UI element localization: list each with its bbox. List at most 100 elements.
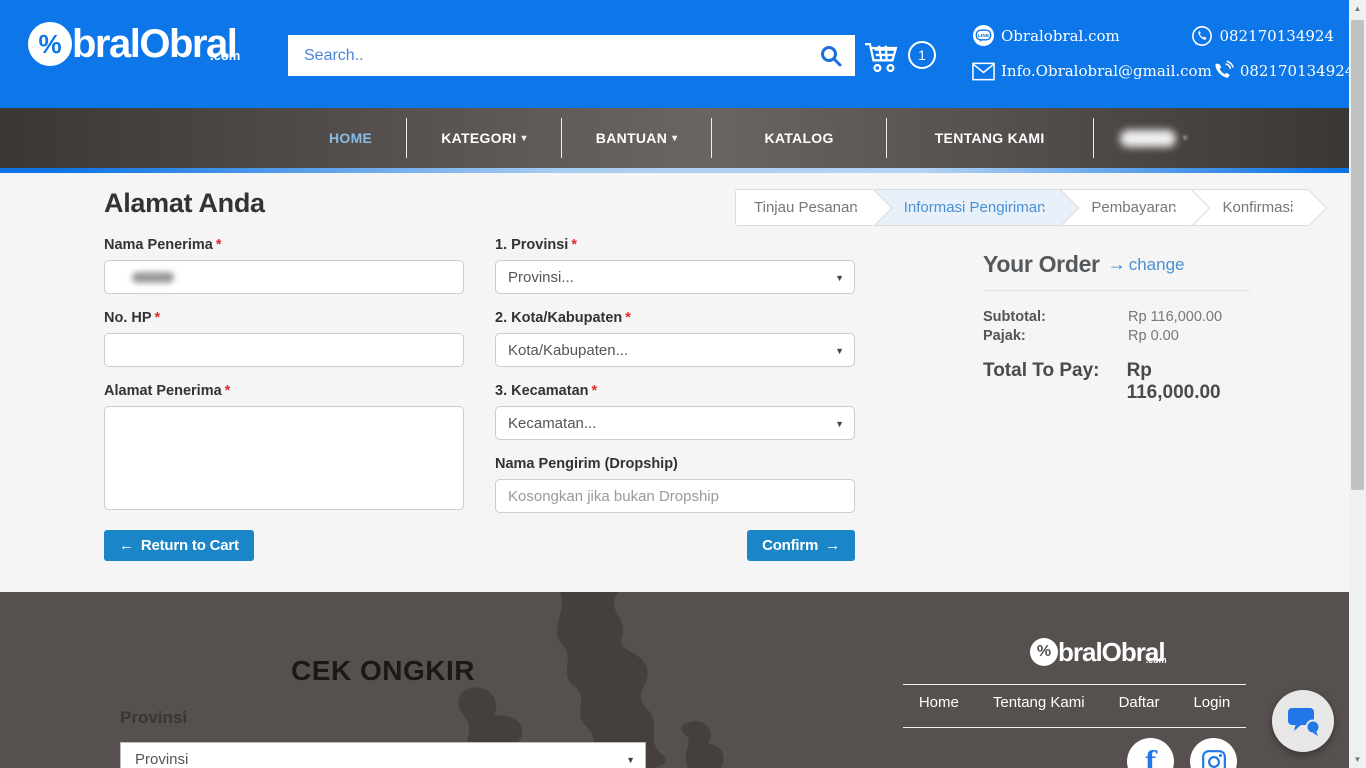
scroll-down-arrow[interactable]: ▼ bbox=[1349, 751, 1366, 768]
field-label: Alamat Penerima* bbox=[104, 383, 464, 399]
step-tinjau-pesanan[interactable]: Tinjau Pesanan bbox=[735, 189, 874, 226]
nav-item-kategori[interactable]: KATEGORI▾ bbox=[407, 108, 561, 168]
order-summary-title: Your Order bbox=[983, 251, 1100, 278]
order-summary: Your Order → change Subtotal:Rp 116,000.… bbox=[983, 251, 1250, 404]
divider bbox=[983, 290, 1250, 291]
blurred-field-value bbox=[132, 272, 174, 283]
chevron-down-icon: ▾ bbox=[1183, 133, 1188, 144]
select-caret-icon: ▼ bbox=[835, 346, 844, 356]
required-asterisk: * bbox=[155, 310, 161, 326]
checkout-page: % bralObral.com 1 bbox=[0, 0, 1366, 768]
scrollbar[interactable]: ▲ ▼ bbox=[1349, 0, 1366, 768]
nav-item-bantuan[interactable]: BANTUAN▾ bbox=[562, 108, 712, 168]
email-contact[interactable]: Info.Obralobral@gmail.com bbox=[972, 60, 1212, 82]
site-logo[interactable]: % bralObral.com bbox=[28, 22, 236, 66]
required-asterisk: * bbox=[216, 237, 222, 253]
kota-select[interactable]: Kota/Kabupaten...▼ bbox=[495, 333, 855, 367]
footer-provinsi-label: Provinsi bbox=[120, 708, 187, 728]
field-dropship: Nama Pengirim (Dropship) bbox=[495, 456, 855, 513]
nav-item-account-blurred[interactable]: ▾ bbox=[1094, 108, 1214, 168]
whatsapp-contact[interactable]: 082170134924 bbox=[1191, 24, 1334, 47]
logo-tld: .com bbox=[210, 34, 240, 78]
header: % bralObral.com 1 bbox=[0, 0, 1349, 108]
facebook-button[interactable]: f bbox=[1127, 738, 1174, 768]
logo-tld: .com bbox=[1146, 646, 1167, 674]
footer-links: Home Tentang Kami Daftar Login bbox=[903, 692, 1246, 713]
blurred-username bbox=[1120, 130, 1176, 147]
total-row: Total To Pay:Rp 116,000.00 bbox=[983, 360, 1250, 404]
required-asterisk: * bbox=[571, 237, 577, 253]
change-order-link[interactable]: → change bbox=[1108, 254, 1185, 275]
footer-logo[interactable]: % bralObral.com bbox=[1030, 638, 1165, 666]
checkout-steps: Tinjau Pesanan Informasi Pengiriman Pemb… bbox=[735, 189, 1309, 226]
no-hp-input[interactable] bbox=[104, 333, 464, 367]
select-caret-icon: ▼ bbox=[835, 273, 844, 283]
provinsi-select[interactable]: Provinsi...▼ bbox=[495, 260, 855, 294]
whatsapp-icon bbox=[1191, 25, 1213, 47]
footer-divider bbox=[903, 727, 1246, 728]
field-kecamatan: 3. Kecamatan* Kecamatan...▼ bbox=[495, 383, 855, 440]
search-bar bbox=[288, 35, 855, 76]
logo-percent-icon: % bbox=[1030, 638, 1058, 666]
logo-percent-icon: % bbox=[28, 22, 72, 66]
field-label: Nama Pengirim (Dropship) bbox=[495, 456, 855, 472]
footer-divider bbox=[903, 684, 1246, 685]
page-title: Alamat Anda bbox=[104, 188, 265, 219]
cart-count-badge: 1 bbox=[908, 41, 936, 69]
field-kota: 2. Kota/Kabupaten* Kota/Kabupaten...▼ bbox=[495, 310, 855, 367]
line-contact[interactable]: LINE Obralobral.com bbox=[972, 24, 1120, 47]
chat-widget-button[interactable] bbox=[1272, 690, 1334, 752]
cart[interactable]: 1 bbox=[862, 38, 936, 78]
phone-sms-contact[interactable]: 082170134924(sms) bbox=[1212, 60, 1366, 82]
footer-link-daftar[interactable]: Daftar bbox=[1102, 692, 1177, 713]
main-navbar: HOME KATEGORI▾ BANTUAN▾ KATALOG TENTANG … bbox=[0, 108, 1349, 168]
header-contacts: LINE Obralobral.com 082170134924 bbox=[972, 24, 1334, 95]
chevron-down-icon: ▾ bbox=[521, 133, 526, 144]
required-asterisk: * bbox=[592, 383, 598, 399]
footer-link-tentang-kami[interactable]: Tentang Kami bbox=[976, 692, 1102, 713]
line-icon: LINE bbox=[972, 24, 995, 47]
scrollbar-thumb[interactable] bbox=[1351, 20, 1364, 490]
select-caret-icon: ▼ bbox=[626, 755, 635, 765]
return-to-cart-button[interactable]: ←Return to Cart bbox=[104, 530, 254, 561]
required-asterisk: * bbox=[225, 383, 231, 399]
instagram-button[interactable] bbox=[1190, 738, 1237, 768]
dropship-input[interactable] bbox=[495, 479, 855, 513]
facebook-icon: f bbox=[1145, 747, 1156, 768]
footer-provinsi-select[interactable]: Provinsi ▼ bbox=[120, 742, 646, 768]
email-icon bbox=[972, 62, 995, 81]
field-label: 1. Provinsi* bbox=[495, 237, 855, 253]
footer-link-login[interactable]: Login bbox=[1176, 692, 1247, 713]
footer: CEK ONGKIR Provinsi Provinsi ▼ % bralObr… bbox=[0, 592, 1349, 768]
scroll-up-arrow[interactable]: ▲ bbox=[1349, 0, 1366, 17]
cek-ongkir-title: CEK ONGKIR bbox=[120, 655, 646, 687]
logo-text: bralObral.com bbox=[72, 22, 236, 66]
nav-item-katalog[interactable]: KATALOG bbox=[712, 108, 885, 168]
email-address: Info.Obralobral@gmail.com bbox=[1001, 62, 1212, 80]
chevron-down-icon: ▾ bbox=[672, 133, 677, 144]
confirm-button[interactable]: Confirm→ bbox=[747, 530, 855, 561]
chat-bubbles-icon bbox=[1286, 706, 1320, 736]
required-asterisk: * bbox=[625, 310, 631, 326]
nav-item-home[interactable]: HOME bbox=[295, 108, 406, 168]
tax-row: Pajak:Rp 0.00 bbox=[983, 327, 1250, 346]
whatsapp-number: 082170134924 bbox=[1219, 27, 1334, 45]
footer-link-home[interactable]: Home bbox=[902, 692, 976, 713]
search-icon[interactable] bbox=[819, 44, 843, 68]
field-no-hp: No. HP* bbox=[104, 310, 464, 367]
alamat-penerima-textarea[interactable] bbox=[104, 406, 464, 510]
phone-sms-number: 082170134924(sms) bbox=[1240, 62, 1366, 80]
form-actions: ←Return to Cart Confirm→ bbox=[104, 530, 855, 561]
left-arrow-icon: ← bbox=[119, 537, 134, 554]
field-label: 3. Kecamatan* bbox=[495, 383, 855, 399]
right-arrow-icon: → bbox=[825, 537, 840, 554]
kecamatan-select[interactable]: Kecamatan...▼ bbox=[495, 406, 855, 440]
field-label: 2. Kota/Kabupaten* bbox=[495, 310, 855, 326]
instagram-icon bbox=[1201, 749, 1227, 768]
nav-item-tentang-kami[interactable]: TENTANG KAMI bbox=[887, 108, 1093, 168]
search-input[interactable] bbox=[288, 35, 855, 76]
field-label: No. HP* bbox=[104, 310, 464, 326]
step-pembayaran[interactable]: Pembayaran bbox=[1061, 189, 1192, 226]
field-label: Nama Penerima* bbox=[104, 237, 464, 253]
step-informasi-pengiriman[interactable]: Informasi Pengiriman bbox=[874, 189, 1062, 226]
